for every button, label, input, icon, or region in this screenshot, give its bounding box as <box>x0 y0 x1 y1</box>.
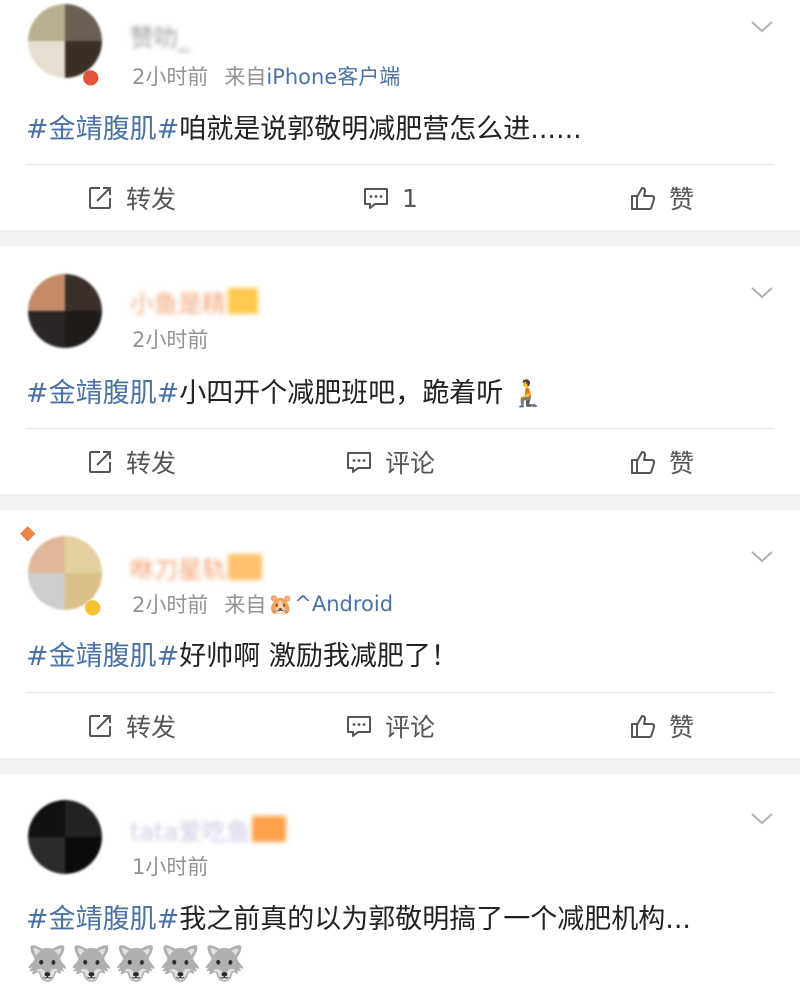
thumbs-up-icon <box>631 187 656 210</box>
post-text: #金靖腹肌#咱就是说郭敬明减肥营怎么进...... <box>26 110 780 150</box>
post-text: #金靖腹肌#好帅啊 激励我减肥了！ <box>26 637 780 677</box>
post-text: #金靖腹肌#我之前真的以为郭敬明搞了一个减肥机构... <box>26 900 780 940</box>
post-body: 好帅啊 激励我减肥了！ <box>179 641 458 672</box>
avatar-badge-icon: ● <box>82 64 100 88</box>
post-body: 我之前真的以为郭敬明搞了一个减肥机构... <box>179 904 691 935</box>
chevron-down-icon[interactable] <box>750 14 774 38</box>
repost-icon <box>89 715 111 737</box>
post-1: ● 赞叻_ 2小时前 来自 iPhone客户端 #金靖腹肌#咱就是说郭敬明减肥营… <box>0 0 800 230</box>
post-4: tata爱吃鱼 1小时前 #金靖腹肌#我之前真的以为郭敬明搞了一个减肥机构...… <box>0 774 800 1000</box>
post-time: 1小时前 <box>132 855 209 879</box>
post-separator <box>0 758 800 774</box>
comment-icon <box>347 452 371 473</box>
source-client[interactable]: ^Android <box>294 592 393 616</box>
source-prefix: 来自 <box>224 65 267 89</box>
post-3: ◆ ● 咻刀星轨 2小时前 来自 🐹 ^Android #金靖腹肌#好帅啊 激励… <box>0 510 800 758</box>
like-label: 赞 <box>669 185 695 214</box>
comment-label: 评论 <box>385 713 436 742</box>
username[interactable]: 赞叻_ <box>130 18 190 52</box>
repost-icon <box>89 451 111 473</box>
user-badge <box>228 288 258 314</box>
comment-button[interactable]: 评论 <box>289 429 492 495</box>
thumbs-up-icon <box>631 715 656 738</box>
repost-button[interactable]: 转发 <box>0 693 289 759</box>
thumbs-up-icon <box>631 451 656 474</box>
username-text: 赞叻_ <box>130 23 190 52</box>
post-meta: 1小时前 <box>132 850 208 882</box>
username-text: tata爱吃鱼 <box>130 817 251 846</box>
post-meta: 2小时前 <box>132 323 208 355</box>
comment-count: 1 <box>402 183 418 213</box>
like-button[interactable]: 赞 <box>491 165 800 231</box>
avatar[interactable] <box>28 274 102 348</box>
repost-button[interactable]: 转发 <box>0 429 289 495</box>
action-bar: 转发 评论 赞 <box>0 693 800 759</box>
hashtag-link[interactable]: #金靖腹肌# <box>26 904 179 935</box>
weibo-comment-feed: ● 赞叻_ 2小时前 来自 iPhone客户端 #金靖腹肌#咱就是说郭敬明减肥营… <box>0 0 800 1000</box>
post-2: 小鱼是精 2小时前 #金靖腹肌#小四开个减肥班吧，跪着听 🧎 转发 评论 赞 <box>0 246 800 494</box>
user-badge <box>252 816 287 842</box>
hashtag-link[interactable]: #金靖腹肌# <box>26 378 179 409</box>
comment-icon <box>364 188 389 209</box>
post-meta: 2小时前 来自 iPhone客户端 <box>132 60 400 92</box>
repost-label: 转发 <box>126 185 177 214</box>
action-bar: 转发 评论 赞 <box>0 429 800 495</box>
like-button[interactable]: 赞 <box>491 429 800 495</box>
avatar-decoration-icon: ◆ <box>20 520 36 544</box>
post-separator <box>0 230 800 246</box>
chevron-down-icon[interactable] <box>750 280 774 304</box>
post-time: 2小时前 <box>132 328 209 352</box>
emoji-row: 🐺🐺🐺🐺🐺 <box>26 944 248 984</box>
kneeling-emoji: 🧎 <box>511 379 545 409</box>
username-text: 小鱼是精 <box>130 289 226 318</box>
avatar[interactable] <box>28 800 102 874</box>
like-label: 赞 <box>669 449 695 478</box>
action-bar: 转发 1 赞 <box>0 165 800 231</box>
repost-label: 转发 <box>126 713 177 742</box>
chevron-down-icon[interactable] <box>750 806 774 830</box>
username-text: 咻刀星轨 <box>130 555 226 584</box>
post-body: 小四开个减肥班吧，跪着听 <box>179 378 504 409</box>
post-time: 2小时前 <box>132 593 209 617</box>
comment-icon <box>347 716 371 737</box>
post-body: 咱就是说郭敬明减肥营怎么进...... <box>179 114 582 145</box>
avatar-badge-icon: ● <box>84 594 102 618</box>
chevron-down-icon[interactable] <box>750 544 774 568</box>
user-badge <box>228 554 262 580</box>
comment-label: 评论 <box>385 449 436 478</box>
username[interactable]: 咻刀星轨 <box>130 550 262 584</box>
like-label: 赞 <box>669 713 695 742</box>
hamster-icon: 🐹 <box>268 592 294 616</box>
repost-button[interactable]: 转发 <box>0 165 289 231</box>
comment-button[interactable]: 评论 <box>289 693 492 759</box>
source-client[interactable]: iPhone客户端 <box>266 61 400 91</box>
repost-label: 转发 <box>126 449 177 478</box>
post-separator <box>0 494 800 510</box>
hashtag-link[interactable]: #金靖腹肌# <box>26 114 179 145</box>
username[interactable]: 小鱼是精 <box>130 284 258 318</box>
post-meta: 2小时前 来自 🐹 ^Android <box>132 588 393 620</box>
comment-button[interactable]: 1 <box>289 165 492 231</box>
hashtag-link[interactable]: #金靖腹肌# <box>26 641 179 672</box>
post-text: #金靖腹肌#小四开个减肥班吧，跪着听 🧎 <box>26 374 780 414</box>
like-button[interactable]: 赞 <box>491 693 800 759</box>
username[interactable]: tata爱吃鱼 <box>130 812 287 846</box>
repost-icon <box>89 187 111 209</box>
source-prefix: 来自 <box>224 593 267 617</box>
post-time: 2小时前 <box>132 65 209 89</box>
